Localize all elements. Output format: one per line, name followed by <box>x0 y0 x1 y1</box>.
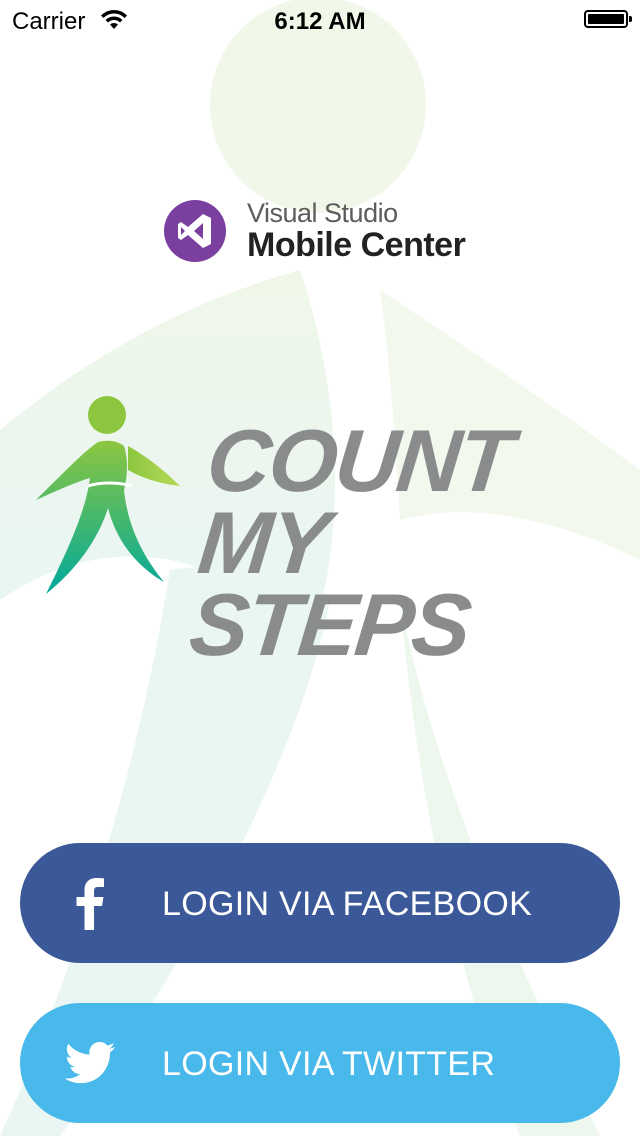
visual-studio-mobile-center-logo: Visual Studio Mobile Center <box>164 198 494 270</box>
twitter-icon <box>60 1033 120 1093</box>
app-title-line2: STEPS <box>185 575 475 674</box>
visual-studio-logo-icon <box>164 200 226 262</box>
app-title: COUNT MY STEPS <box>185 411 632 674</box>
status-bar: Carrier 6:12 AM <box>0 0 640 40</box>
visual-studio-text: Visual Studio <box>247 198 398 228</box>
login-twitter-label: LOGIN VIA TWITTER <box>162 1045 496 1083</box>
app-title-line1: COUNT MY <box>193 411 516 592</box>
login-twitter-button[interactable]: LOGIN VIA TWITTER <box>20 1003 620 1123</box>
mobile-center-text: Mobile Center <box>247 226 466 264</box>
login-facebook-button[interactable]: LOGIN VIA FACEBOOK <box>20 843 620 963</box>
count-my-steps-logo: COUNT MY STEPS <box>28 390 628 674</box>
walking-person-icon <box>36 396 180 594</box>
battery-full-icon <box>584 10 632 28</box>
login-facebook-label: LOGIN VIA FACEBOOK <box>162 885 533 923</box>
facebook-icon <box>60 873 120 933</box>
clock: 6:12 AM <box>274 8 366 35</box>
